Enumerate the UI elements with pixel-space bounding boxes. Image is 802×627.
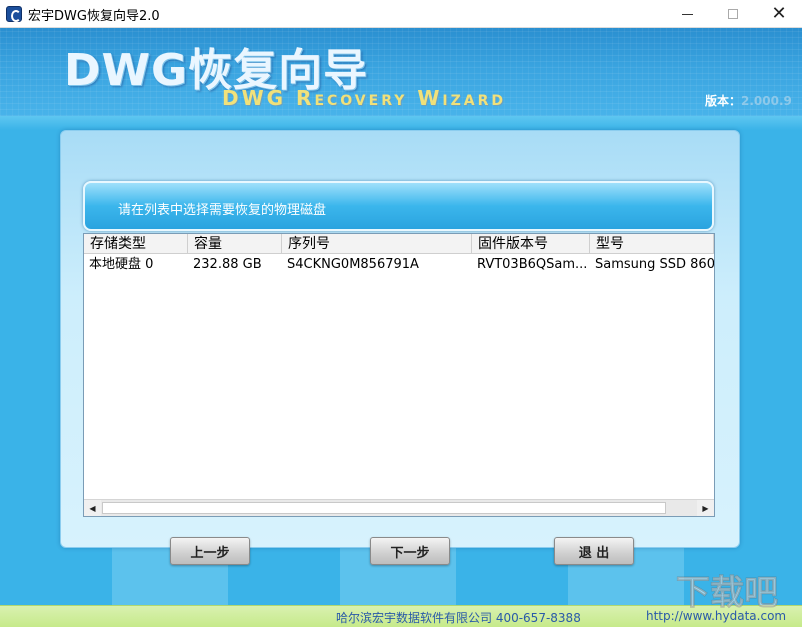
exit-button[interactable]: 退 出: [554, 537, 634, 565]
maximize-button[interactable]: [710, 0, 756, 28]
column-header-firmware[interactable]: 固件版本号: [472, 234, 590, 254]
next-step-button[interactable]: 下一步: [370, 537, 450, 565]
horizontal-scrollbar[interactable]: ◀ ▶: [84, 499, 714, 516]
app-icon: [6, 6, 22, 22]
cell-serial: S4CKNG0M856791A: [287, 257, 419, 272]
cell-model: Samsung SSD 860 E: [595, 257, 714, 272]
scroll-left-icon[interactable]: ◀: [84, 500, 101, 516]
close-button[interactable]: ✕: [756, 0, 802, 28]
company-url[interactable]: http://www.hydata.com: [646, 609, 786, 623]
column-header-storage-type[interactable]: 存储类型: [84, 234, 188, 254]
instruction-banner: 请在列表中选择需要恢复的物理磁盘: [83, 181, 714, 231]
header-stripe: [0, 116, 802, 130]
close-icon: ✕: [771, 3, 787, 24]
cell-capacity: 232.88 GB: [193, 257, 262, 272]
maximize-icon: [728, 9, 738, 19]
column-header-capacity[interactable]: 容量: [188, 234, 282, 254]
title-bar: 宏宇DWG恢复向导2.0 ✕: [0, 0, 802, 28]
window-title: 宏宇DWG恢复向导2.0: [28, 9, 160, 24]
app-header: DWG恢复向导 DWG Recovery Wizard 版本：2.000.9: [0, 28, 802, 116]
version-label: 版本：2.000.9: [705, 92, 792, 109]
scrollbar-thumb[interactable]: [102, 502, 666, 514]
version-caption: 版本：: [705, 94, 742, 108]
minimize-button[interactable]: [664, 0, 710, 28]
company-info: 哈尔滨宏宇数据软件有限公司 400-657-8388: [336, 611, 581, 625]
previous-step-button[interactable]: 上一步: [170, 537, 250, 565]
disk-list-table[interactable]: 存储类型 容量 序列号 固件版本号 型号 本地硬盘 0 232.88 GB S4…: [83, 233, 715, 517]
column-header-model[interactable]: 型号: [590, 234, 714, 254]
table-header: 存储类型 容量 序列号 固件版本号 型号: [84, 234, 714, 254]
instruction-text: 请在列表中选择需要恢复的物理磁盘: [118, 203, 327, 218]
cell-storage-type: 本地硬盘 0: [89, 257, 154, 272]
column-header-serial[interactable]: 序列号: [282, 234, 472, 254]
version-value: 2.000.9: [741, 94, 792, 108]
footer-bar: 哈尔滨宏宇数据软件有限公司 400-657-8388 http://www.hy…: [0, 605, 802, 627]
cell-firmware: RVT03B6QSam...: [477, 257, 588, 272]
minimize-icon: [681, 13, 693, 15]
logo-title-en: DWG Recovery Wizard: [222, 86, 506, 110]
scroll-right-icon[interactable]: ▶: [697, 500, 714, 516]
